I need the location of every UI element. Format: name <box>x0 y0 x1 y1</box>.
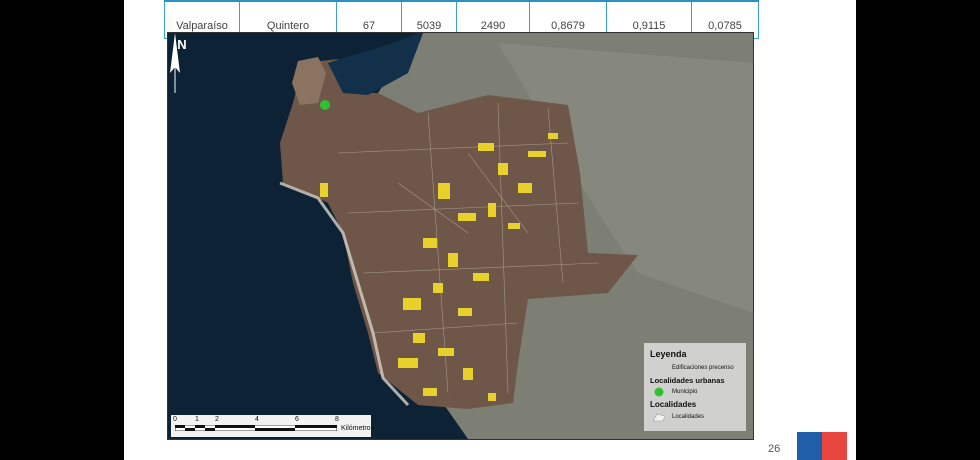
satellite-map: N 0 1 2 4 6 8 Kilómetros Leyenda Edifica… <box>167 32 754 440</box>
scale-tick-8: 8 <box>335 416 339 423</box>
scale-unit: Kilómetros <box>341 425 375 432</box>
legend-item-buildings: Edificaciones precenso <box>672 365 734 371</box>
scale-bar: 0 1 2 4 6 8 Kilómetros <box>171 415 375 437</box>
legend-section-localidades: Localidades <box>650 400 697 409</box>
scale-tick-0: 0 <box>173 416 177 423</box>
legend-title: Leyenda <box>650 349 687 359</box>
municipio-marker-icon <box>654 387 664 397</box>
scale-tick-6: 6 <box>295 416 299 423</box>
legend-item-localidades: Localidades <box>672 414 705 420</box>
slide: Valparaíso Quintero 67 5039 2490 0,8679 … <box>124 0 856 460</box>
scale-tick-2: 2 <box>215 416 219 423</box>
logo-blue-block <box>797 432 822 460</box>
legend-item-municipio: Municipio <box>672 389 698 395</box>
scale-ruler <box>175 425 337 431</box>
map-legend: Leyenda Edificaciones precenso Localidad… <box>644 343 746 431</box>
localidades-polygon-icon <box>653 413 665 422</box>
legend-section-urban: Localidades urbanas <box>650 376 725 385</box>
page-number: 26 <box>768 443 781 455</box>
scale-tick-1: 1 <box>195 416 199 423</box>
logo-red-block <box>822 432 847 460</box>
scale-tick-4: 4 <box>255 416 259 423</box>
north-arrow-icon <box>170 33 180 93</box>
